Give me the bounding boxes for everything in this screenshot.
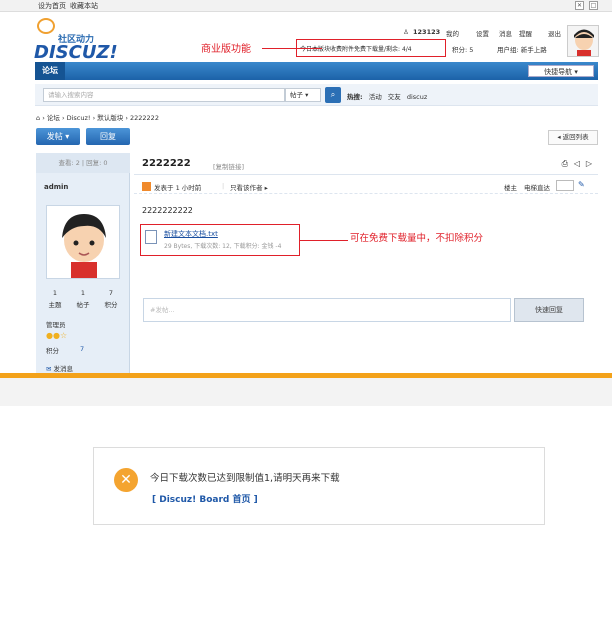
stat-label[interactable]: 帖子 (68, 299, 98, 309)
lower-header-strip (0, 378, 612, 406)
floor-label: 楼主 (504, 184, 517, 192)
home-icon[interactable]: ⌂ (36, 114, 40, 122)
user-icon: ♙ (403, 28, 409, 36)
stat-value: 1 (52, 289, 58, 297)
stat-label[interactable]: 积分 (96, 299, 126, 309)
header-avatar[interactable] (567, 25, 599, 57)
back-label: 返回列表 (562, 133, 589, 141)
reply-button[interactable]: 回复 (86, 128, 130, 145)
post-meta: 发表于 1 小时前 | 只看该作者 ▸ 楼主 电梯直达 ✎ (134, 180, 598, 194)
messages-link[interactable]: 消息 (499, 28, 512, 38)
author-only-link[interactable]: 只看该作者 ▸ (230, 182, 268, 192)
post-button[interactable]: 发帖 ▾ (36, 128, 80, 145)
search-scope-select[interactable]: 帖子 ▾ (285, 88, 321, 102)
settings-link[interactable]: 设置 (476, 28, 489, 38)
nav-tab-forum[interactable]: 论坛 (35, 62, 65, 80)
free-download-annotation: 可在免费下载量中，不扣除积分 (350, 233, 484, 244)
author-column: 查看: 2 | 回复: 0 admin 1 1 7 主题 帖子 积分 管理员 ●… (36, 153, 130, 375)
user-role[interactable]: 管理员 (46, 319, 66, 329)
credits-link[interactable]: 积分: 5 (452, 44, 473, 54)
breadcrumb-item[interactable]: Discuz! (67, 114, 91, 122)
quick-reply-input[interactable]: #发帖... (143, 298, 511, 322)
breadcrumb: ⌂ › 论坛 › Discuz! › 默认版块 › 2222222 (36, 114, 159, 122)
author-only-label: 只看该作者 (230, 184, 263, 192)
logout-link[interactable]: 退出 (548, 28, 561, 38)
thread-title: 2222222 (142, 158, 191, 169)
online-status-icon (142, 182, 151, 191)
hot-search: 热搜: 活动 交友 discuz (347, 91, 427, 101)
top-bar: 设为首页 收藏本站 ✕ □ (0, 0, 612, 12)
credit-label: 积分 (46, 347, 59, 355)
search-bar: 请输入搜索内容 帖子 ▾ ⌕ 热搜: 活动 交友 discuz (35, 84, 598, 106)
next-thread-icon[interactable]: ▷ (586, 159, 592, 168)
breadcrumb-item: 2222222 (130, 114, 159, 122)
annotation-arrow (300, 240, 348, 241)
set-home-link[interactable]: 设为首页 (38, 1, 66, 11)
search-icon: ⌕ (330, 90, 336, 99)
print-icon[interactable]: ⎙ (562, 159, 568, 169)
download-limit-message: ✕ 今日下载次数已达到限制值1,请明天再来下载 [ Discuz! Board … (93, 447, 545, 525)
quick-nav-button[interactable]: 快捷导航 ▾ (528, 65, 594, 77)
breadcrumb-item[interactable]: 论坛 (47, 114, 60, 122)
jump-label: 电梯直达 (524, 184, 550, 192)
post-content: 2222222222 (142, 206, 193, 215)
window-icon[interactable]: □ (589, 1, 598, 10)
author-avatar[interactable] (46, 205, 120, 279)
search-scope-label: 帖子 (290, 91, 303, 99)
commercial-annotation: 商业版功能 (201, 44, 251, 55)
shrink-icon[interactable]: ✕ (575, 1, 584, 10)
prev-thread-icon[interactable]: ◁ (574, 159, 580, 168)
floor-jump-input[interactable] (556, 180, 574, 191)
logo-bubble-icon (37, 18, 55, 34)
quick-nav-label: 快捷导航 (544, 68, 573, 76)
hot-search-label: 热搜: (347, 93, 363, 101)
reminders-link[interactable]: 提醒 (519, 28, 532, 38)
username-link[interactable]: 123123 (413, 28, 440, 36)
discuz-logo[interactable]: 社区动力 DISCUZ! (34, 18, 124, 63)
stat-value: 7 (108, 289, 114, 297)
credit-value: 7 (80, 345, 85, 353)
stat-label[interactable]: 主题 (40, 299, 70, 309)
bookmark-link[interactable]: 收藏本站 (70, 1, 98, 11)
search-input[interactable]: 请输入搜索内容 (43, 88, 285, 102)
divider: | (222, 182, 225, 190)
usergroup-link[interactable]: 用户组: 新手上路 (497, 44, 547, 54)
warning-icon: ✕ (114, 468, 138, 492)
back-to-list-button[interactable]: ◂ 返回列表 (548, 130, 598, 145)
stat-value: 1 (80, 289, 86, 297)
copy-link[interactable]: [复制链接] (213, 161, 244, 171)
go-icon[interactable]: ✎ (578, 180, 585, 189)
rank-stars-icon: ●●☆ (46, 331, 68, 340)
my-menu[interactable]: 我的 (446, 28, 459, 38)
message-text: 今日下载次数已达到限制值1,请明天再来下载 (150, 473, 340, 484)
post-button-label: 发帖 (46, 132, 63, 141)
hot-term-link[interactable]: 交友 (388, 93, 401, 101)
post-time: 发表于 1 小时前 (154, 184, 202, 192)
main-nav: 论坛 快捷导航 ▾ (35, 62, 598, 80)
send-message-link[interactable]: ✉ 发消息 (46, 363, 73, 373)
mail-icon: ✉ (46, 365, 52, 373)
send-message-label: 发消息 (53, 365, 74, 373)
post-header: 2222222 [复制链接] ⎙ ◁ ▷ (134, 153, 598, 175)
thread-stats: 查看: 2 | 回复: 0 (36, 153, 130, 173)
board-home-link[interactable]: [ Discuz! Board 首页 ] (152, 492, 258, 505)
logo-en-text: DISCUZ! (34, 42, 118, 63)
author-name[interactable]: admin (44, 183, 68, 191)
attachment-highlight (140, 224, 300, 256)
hot-term-link[interactable]: 活动 (369, 93, 382, 101)
search-button[interactable]: ⌕ (325, 87, 341, 103)
download-notice-highlight (296, 39, 446, 57)
breadcrumb-item[interactable]: 默认版块 (97, 114, 123, 122)
quick-reply-button[interactable]: 快速回复 (514, 298, 584, 322)
hot-term-link[interactable]: discuz (407, 93, 427, 101)
